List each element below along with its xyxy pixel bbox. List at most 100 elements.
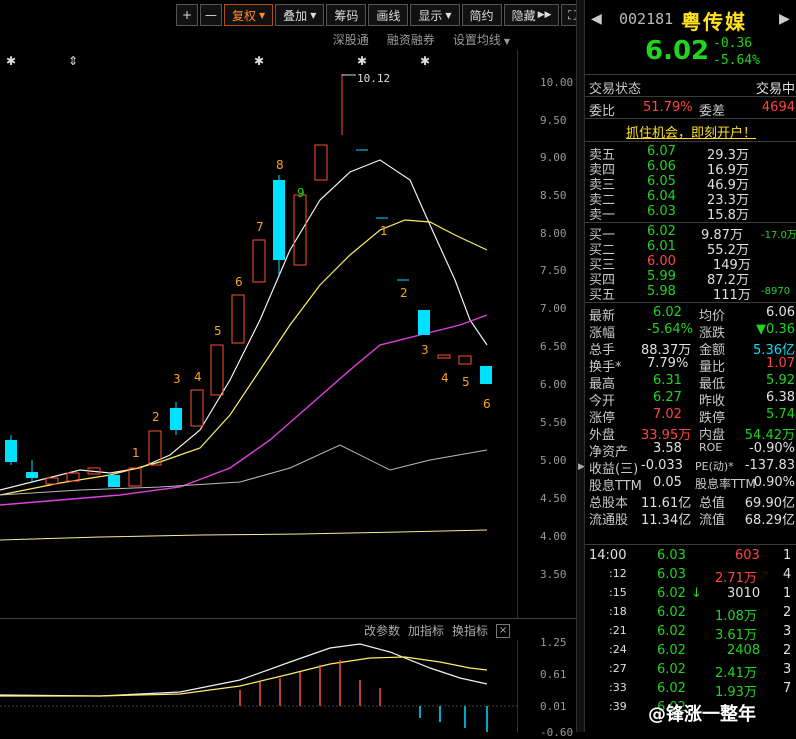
divider <box>585 302 796 303</box>
y-tick: 4.00 <box>540 530 567 543</box>
ask-price: 6.06 <box>647 159 676 174</box>
stat-row: 换手* 7.79% 量比 1.07 <box>589 356 795 375</box>
switch-indicator-link[interactable]: 换指标 <box>452 622 488 639</box>
panel-splitter[interactable]: ▶ <box>576 0 585 732</box>
next-stock-icon[interactable]: ▶ <box>779 11 790 27</box>
ask-price: 6.05 <box>647 174 676 189</box>
tick-time: :15 <box>609 586 627 599</box>
bid-price: 5.98 <box>647 284 676 299</box>
wave-label: 2 <box>400 286 408 300</box>
tick-count: 2 <box>783 643 792 658</box>
open-account-link[interactable]: 抓住机会，即刻开户！ <box>585 122 796 141</box>
divider <box>585 141 796 142</box>
edit-params-link[interactable]: 改参数 <box>364 622 400 639</box>
zoom-out-button[interactable]: — <box>200 4 222 26</box>
divider <box>585 96 796 97</box>
y-tick: 5.50 <box>540 416 567 429</box>
tick-time: :24 <box>609 643 627 656</box>
macd-chart[interactable] <box>0 640 518 732</box>
stock-name: 粤传媒 <box>681 10 747 34</box>
chevron-down-icon: ▼ <box>259 10 266 20</box>
stat-row: 外盘 33.95万 内盘 54.42万 <box>589 424 795 443</box>
kline-chart[interactable]: 10.12 1 2 3 4 5 6 7 8 9 1 2 3 4 5 6 <box>0 50 518 618</box>
stat-value: 6.06 <box>766 305 795 320</box>
draw-line-button[interactable]: 画线 <box>368 4 409 26</box>
zoom-in-button[interactable]: + <box>176 4 198 26</box>
max-price-label: 10.12 <box>357 72 391 85</box>
divider <box>585 222 796 223</box>
display-button[interactable]: 显示 ▼ <box>410 4 460 26</box>
tick-time: :27 <box>609 662 627 675</box>
prev-stock-icon[interactable]: ◀ <box>591 11 602 27</box>
stat-value: -0.033 <box>641 458 683 473</box>
stat-value: 0.90% <box>753 475 795 490</box>
hide-label: 隐藏 <box>511 8 536 23</box>
stat-value: 0.05 <box>653 475 682 490</box>
tick-count: 4 <box>783 567 792 582</box>
stat-value: ▼0.36 <box>756 322 795 337</box>
stat-label: 股息率TTM <box>695 477 756 491</box>
fuquan-button[interactable]: 复权 ▼ <box>224 4 274 26</box>
quote-panel: ◀ 002181 粤传媒 ▶ 6.02 -0.36 -5.64% 交易状态 交易… <box>584 0 796 732</box>
macd-svg <box>0 643 518 732</box>
stat-value: 1.07 <box>766 356 795 371</box>
ma-line-gray <box>0 444 488 496</box>
y-tick: 3.50 <box>540 568 567 581</box>
tick-vol: 3010 <box>727 586 761 601</box>
overlay-button[interactable]: 叠加 ▼ <box>275 4 325 26</box>
bid-label: 买五 <box>589 288 616 303</box>
tick-vol: 2.41万 <box>715 666 757 681</box>
price-axis: 10.00 9.50 9.00 8.50 8.00 7.50 7.00 6.50… <box>518 50 576 618</box>
tick-vol: 603 <box>735 548 760 563</box>
wave-label: 3 <box>173 372 181 386</box>
ma-settings-link[interactable]: 设置均线 ▼ <box>453 31 510 48</box>
margin-trading-link[interactable]: 融资融券 <box>387 31 435 48</box>
kline-svg <box>0 74 492 541</box>
stat-label: 流值 <box>699 513 726 528</box>
ma-line-yellow <box>0 219 488 496</box>
bid-row: 买五 5.98 111万 -8970 <box>589 284 795 303</box>
weibi-label: 委比 <box>589 104 616 119</box>
chips-button[interactable]: 筹码 <box>326 4 367 26</box>
tick-count: 2 <box>783 605 792 620</box>
weicha-value: 4694 <box>761 100 795 115</box>
watermark: @锋涨一整年 <box>648 704 756 725</box>
y-tick: 10.00 <box>540 76 574 89</box>
tick-time: :21 <box>609 624 627 637</box>
y-tick: 7.50 <box>540 264 567 277</box>
chevron-down-icon: ▼ <box>503 37 510 46</box>
tick-count: 1 <box>783 586 792 601</box>
tick-vol: 2.71万 <box>715 571 757 586</box>
tick-row: :18 6.02 1.08万 2 <box>585 605 796 624</box>
wave-label: 5 <box>462 375 470 389</box>
ma-settings-label: 设置均线 <box>452 33 501 47</box>
ask-label: 卖一 <box>589 208 616 223</box>
status-label: 交易状态 <box>589 82 642 97</box>
bid-price: 6.00 <box>647 254 676 269</box>
stat-label: PE(动)* <box>695 460 734 473</box>
stat-value: -5.64% <box>647 322 693 337</box>
tick-row: :15 6.02 ↓ 3010 1 <box>585 586 796 605</box>
wave-label: 2 <box>152 410 160 424</box>
close-icon[interactable]: × <box>496 623 511 638</box>
y-tick: 6.50 <box>540 340 567 353</box>
wave-label: 1 <box>380 224 388 238</box>
wave-label: 8 <box>276 158 284 172</box>
add-indicator-link[interactable]: 加指标 <box>408 622 444 639</box>
stat-value: 7.79% <box>647 356 689 371</box>
wave-label: 5 <box>214 324 222 338</box>
stat-label: ROE <box>699 441 723 454</box>
ask-row: 卖一 6.03 15.8万 <box>589 204 795 223</box>
tick-time: 14:00 <box>589 548 627 563</box>
tick-price: 6.02 <box>657 643 686 658</box>
northbound-link[interactable]: 深股通 <box>333 31 369 48</box>
simple-mode-button[interactable]: 简约 <box>461 4 502 26</box>
y-tick: 0.61 <box>540 668 567 681</box>
tick-price: 6.02 <box>657 662 686 677</box>
tick-count: 3 <box>783 624 792 639</box>
stat-label: 流通股 <box>589 513 629 528</box>
hide-button[interactable]: 隐藏 ▶▶ <box>503 4 560 26</box>
stat-value: 7.02 <box>653 407 682 422</box>
macd-axis: 1.25 0.61 0.01 -0.60 <box>518 630 576 739</box>
stat-value: 6.02 <box>653 305 682 320</box>
